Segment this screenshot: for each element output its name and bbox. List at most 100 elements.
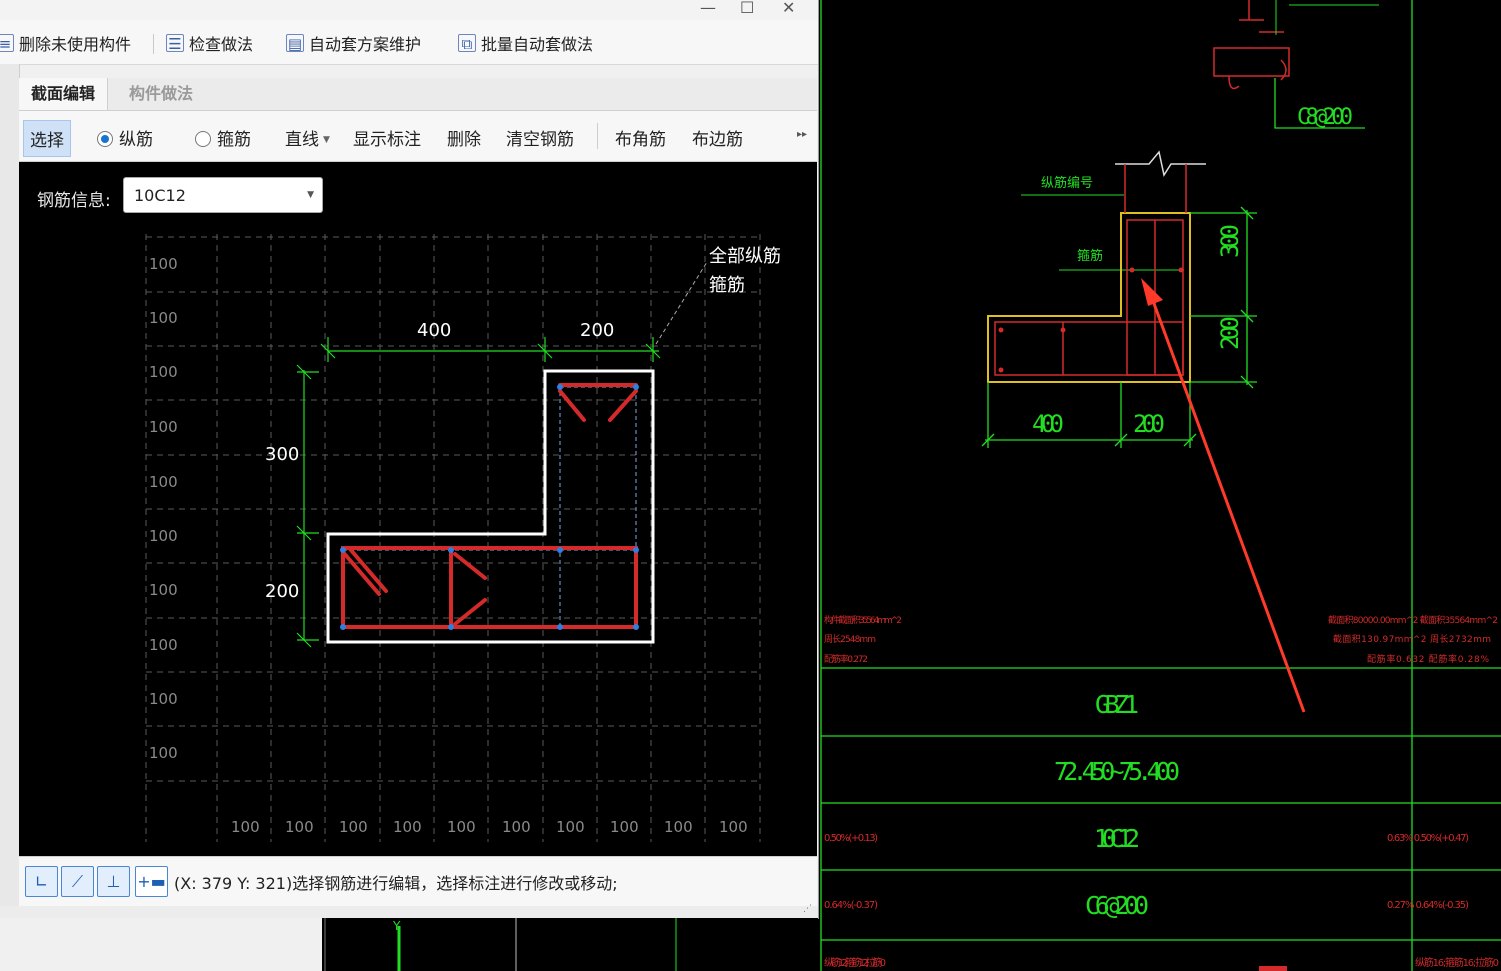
cad-note: 构件截面积35564mm^2 <box>824 614 902 626</box>
section-outline[interactable] <box>326 369 655 644</box>
cad-notes-right: 截面积80000.00mm^2 截面积35564mm^2 截面积130.97mm… <box>1328 614 1498 665</box>
check-method-icon: ☰ <box>166 34 184 53</box>
stirrup-horizontal <box>341 546 638 629</box>
grid-label: 100 <box>149 636 178 654</box>
cad-table-name: GBZ1 <box>1095 690 1139 719</box>
cad-break-line <box>1115 150 1206 177</box>
grid-label: 100 <box>149 363 178 381</box>
grid-labels: 100 100 100 100 100 100 100 100 100 100 … <box>149 255 748 836</box>
title-bar: — ☐ ✕ <box>0 0 818 20</box>
grid-label: 100 <box>231 818 260 836</box>
line-label: 直线 <box>285 130 319 150</box>
toolbar-separator <box>153 34 154 54</box>
status-text: (X: 379 Y: 321)选择钢筋进行编辑，选择标注进行修改或移动; <box>174 874 618 893</box>
cad-note: 截面积130.97mm^2 周长2732mm <box>1333 633 1491 645</box>
more-tools-button[interactable]: ▸▸ <box>797 129 807 140</box>
radio-longitudinal-label: 纵筋 <box>119 130 153 150</box>
batch-auto-icon: ⧉ <box>458 34 476 53</box>
grid-label: 100 <box>610 818 639 836</box>
cad-row-note: 0.64%(-0.37) <box>824 900 878 911</box>
dimension-labels[interactable]: 400 200 300 200 <box>265 320 614 602</box>
batch-auto-button[interactable]: ⧉ 批量自动套做法 <box>458 32 593 54</box>
background-cad: Y <box>324 918 677 971</box>
delete-button[interactable]: 删除 <box>447 125 481 150</box>
cad-top-detail <box>1213 0 1290 90</box>
stirrups[interactable] <box>341 383 638 629</box>
cad-row-notes: 0.50%(+0.13) 0.63% 0.50%(+0.47) 0.64%(-0… <box>824 833 1499 969</box>
longitudinal-rebars[interactable] <box>340 384 639 630</box>
corner-rebar-button[interactable]: 布角筋 <box>615 125 666 150</box>
maximize-button[interactable]: ☐ <box>740 0 754 17</box>
cad-notes-left: 构件截面积35564mm^2 周长2548mm 配筋率0.272 <box>824 614 902 665</box>
cad-row-note: 纵筋16;箍筋16;拉筋0 <box>1415 956 1499 969</box>
grid-label: 100 <box>502 818 531 836</box>
grid-label: 100 <box>149 527 178 545</box>
delete-unused-button[interactable]: ≡ 删除未使用构件 <box>0 32 131 54</box>
ortho-mode-button[interactable]: ∟ <box>25 866 58 897</box>
auto-scheme-label: 自动套方案维护 <box>309 35 422 54</box>
section-canvas[interactable]: 钢筋信息: 10C12 ▼ 100 100 100 100 100 100 10… <box>19 162 817 856</box>
cad-table-elevation: 72.450~75.400 <box>1054 757 1180 786</box>
y-axis-label: Y <box>392 919 401 933</box>
cad-bottom-marker <box>1259 966 1287 971</box>
cad-table-stirrup: C6@200 <box>1085 891 1149 920</box>
cad-note: 配筋率0.632 配筋率0.28% <box>1367 653 1489 665</box>
batch-auto-label: 批量自动套做法 <box>481 35 594 54</box>
grid-label: 100 <box>393 818 422 836</box>
grid-label: 100 <box>149 473 178 491</box>
show-label-button[interactable]: 显示标注 <box>353 125 421 150</box>
left-panel-strip <box>0 64 20 918</box>
perpendicular-button[interactable]: ⊥ <box>97 866 130 897</box>
dim-label-300[interactable]: 300 <box>265 444 299 465</box>
cad-small-label-a: 纵筋编号 <box>1041 175 1093 191</box>
cad-dim-400: 400 <box>1032 410 1064 438</box>
grid-label: 100 <box>719 818 748 836</box>
dim-label-200[interactable]: 200 <box>580 320 614 341</box>
cad-drawing[interactable]: C8@200 纵筋编号 箍筋 300 200 400 200 构件截面积3556… <box>819 0 1501 971</box>
dim-label-200-vertical[interactable]: 200 <box>265 581 299 602</box>
delete-unused-label: 删除未使用构件 <box>19 35 132 54</box>
cad-note: 周长2548mm <box>824 633 876 645</box>
cad-frame-lines <box>820 0 1501 971</box>
status-bar: ∟ ⟋ ⊥ +▬ (X: 379 Y: 321)选择钢筋进行编辑，选择标注进行修… <box>19 856 817 907</box>
line-dropdown[interactable]: 直线 ▼ <box>285 125 330 150</box>
legend-all-longitudinal: 全部纵筋 <box>709 246 781 267</box>
edge-rebar-button[interactable]: 布边筋 <box>692 125 743 150</box>
legend-leader <box>655 261 708 345</box>
auto-scheme-icon: ▤ <box>286 34 304 53</box>
delete-unused-icon: ≡ <box>0 34 14 53</box>
cad-row-note: 0.63% 0.50%(+0.47) <box>1387 833 1469 844</box>
section-editor-window: — ☐ ✕ ≡ 删除未使用构件 ☰ 检查做法 ▤ 自动套方案维护 ⧉ 批量自动套… <box>0 0 819 919</box>
snap-line-button[interactable]: ⟋ <box>61 866 94 897</box>
cad-dim-200-v: 200 <box>1216 316 1244 350</box>
grid-label: 100 <box>149 255 178 273</box>
dynamic-input-button[interactable]: +▬ <box>135 866 168 897</box>
clear-rebar-button[interactable]: 清空钢筋 <box>506 125 574 150</box>
grid-label: 100 <box>556 818 585 836</box>
dropdown-arrow-icon: ▼ <box>323 135 330 145</box>
resize-grip-icon[interactable]: ⋰ <box>803 904 812 914</box>
tab-component-method[interactable]: 构件做法 <box>117 78 205 110</box>
cad-table-long-rebar: 10C12 <box>1094 824 1140 853</box>
radio-longitudinal[interactable]: 纵筋 <box>97 125 153 150</box>
dim-label-400[interactable]: 400 <box>417 320 451 341</box>
cad-row-note: 纵筋12;箍筋12;拉筋0 <box>824 956 886 969</box>
section-drawing[interactable]: 100 100 100 100 100 100 100 100 100 100 … <box>19 162 817 856</box>
cad-dim-200: 200 <box>1133 410 1165 438</box>
minimize-button[interactable]: — <box>700 0 716 17</box>
close-button[interactable]: ✕ <box>782 0 795 17</box>
select-button[interactable]: 选择 <box>23 120 71 157</box>
tab-section-edit[interactable]: 截面编辑 <box>19 78 109 110</box>
cad-note: 配筋率0.272 <box>824 653 868 665</box>
auto-scheme-button[interactable]: ▤ 自动套方案维护 <box>286 32 421 54</box>
check-method-button[interactable]: ☰ 检查做法 <box>166 32 253 54</box>
cad-drawing-area[interactable]: C8@200 纵筋编号 箍筋 300 200 400 200 构件截面积3556… <box>819 0 1501 971</box>
toolbar-separator <box>597 123 598 149</box>
grid-label: 100 <box>664 818 693 836</box>
cad-row-note: 0.27% 0.64%(-0.35) <box>1387 900 1469 911</box>
grid-label: 100 <box>149 744 178 762</box>
radio-stirrup[interactable]: 箍筋 <box>195 125 251 150</box>
grid-label: 100 <box>447 818 476 836</box>
cad-small-label-b: 箍筋 <box>1077 248 1103 264</box>
grid-label: 100 <box>339 818 368 836</box>
